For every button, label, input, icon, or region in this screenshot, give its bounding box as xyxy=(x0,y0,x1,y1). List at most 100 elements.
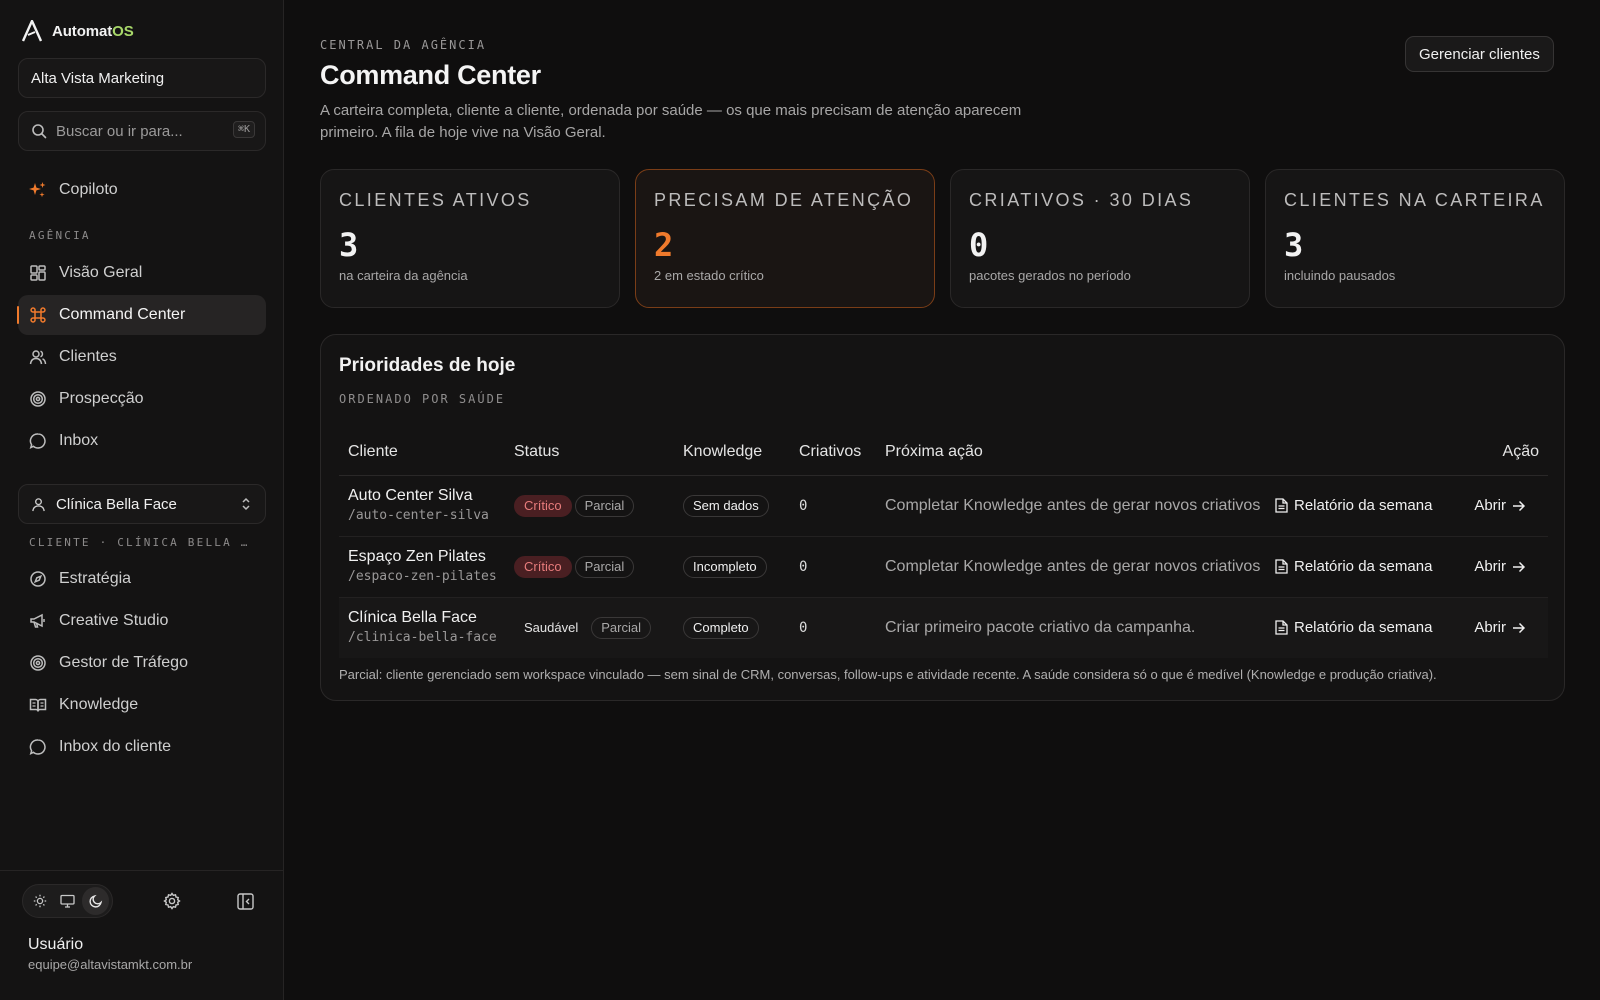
agency-switcher[interactable]: Alta Vista Marketing xyxy=(18,58,266,98)
nav-knowledge-label: Knowledge xyxy=(59,696,139,713)
arrow-right-icon xyxy=(1513,500,1526,511)
nav-creative-studio[interactable]: Creative Studio xyxy=(18,601,266,641)
column-header-creatives: Criativos xyxy=(799,429,885,476)
creatives-count: 0 xyxy=(799,498,808,514)
table-row[interactable]: Espaço Zen Pilates /espaco-zen-pilates C… xyxy=(339,536,1548,598)
sun-icon xyxy=(33,894,46,908)
nav-command-center-label: Command Center xyxy=(59,306,186,323)
stat-sub: 2 em estado crítico xyxy=(654,268,764,283)
creatives-count: 0 xyxy=(799,620,808,637)
target-icon xyxy=(30,391,46,407)
weekly-report-label: Relatório da semana xyxy=(1294,619,1433,637)
brand-name: AutomatOS xyxy=(52,22,134,40)
stat-card-active-clients: CLIENTES ATIVOS 3 na carteira da agência xyxy=(320,169,620,308)
client-slug: /clinica-bella-face xyxy=(348,630,497,646)
nav-inbox-label: Inbox xyxy=(59,432,99,449)
nav-copilot[interactable]: Copiloto xyxy=(18,170,266,210)
knowledge-cell: Sem dados xyxy=(683,475,799,537)
nav-gestor-trafego[interactable]: Gestor de Tráfego xyxy=(18,643,266,683)
theme-light-option[interactable] xyxy=(26,887,53,915)
panel-title: Prioridades de hoje xyxy=(339,355,516,376)
nav-command-center[interactable]: Command Center xyxy=(17,295,266,335)
theme-toggle[interactable] xyxy=(22,884,113,918)
sidebar: AutomatOS Alta Vista Marketing Buscar ou… xyxy=(0,0,284,1000)
nav-estrategia[interactable]: Estratégia xyxy=(18,559,266,599)
stat-label: CLIENTES NA CARTEIRA xyxy=(1284,190,1545,210)
column-header-next-action: Próxima ação xyxy=(885,429,1275,476)
brand-logo[interactable]: AutomatOS xyxy=(21,20,134,42)
partial-footnote: Parcial: cliente gerenciado sem workspac… xyxy=(339,667,1437,682)
user-email: equipe@altavistamkt.com.br xyxy=(28,957,193,972)
status-badge: Crítico xyxy=(514,555,572,578)
monitor-icon xyxy=(60,894,75,908)
creatives-count: 0 xyxy=(799,559,808,575)
search-shortcut: ⌘K xyxy=(232,121,255,138)
nav-copilot-label: Copiloto xyxy=(59,181,118,198)
nav-prospeccao[interactable]: Prospecção xyxy=(18,379,266,419)
chat-icon xyxy=(29,433,46,450)
client-slug: /auto-center-silva xyxy=(348,508,489,523)
dashboard-icon xyxy=(30,265,46,281)
knowledge-badge: Sem dados xyxy=(683,494,769,517)
nav-visao-geral[interactable]: Visão Geral xyxy=(18,253,266,293)
open-client-button[interactable]: Abrir xyxy=(1474,619,1526,636)
document-icon xyxy=(1275,620,1288,635)
stat-card-need-attention: PRECISAM DE ATENÇÃO 2 2 em estado crític… xyxy=(635,169,935,308)
next-action-text: Criar primeiro pacote criativo da campan… xyxy=(885,618,1196,636)
client-name[interactable]: Auto Center Silva xyxy=(348,486,514,506)
table-header-row: Cliente Status Knowledge Criativos Próxi… xyxy=(339,429,1548,476)
scope-badge: Parcial xyxy=(591,616,651,639)
search-input[interactable]: Buscar ou ir para... ⌘K xyxy=(18,111,266,151)
table-row[interactable]: Clínica Bella Face /clinica-bella-face S… xyxy=(339,597,1548,658)
nav-inbox-cliente[interactable]: Inbox do cliente xyxy=(18,727,266,767)
settings-button[interactable] xyxy=(161,890,183,912)
nav-estrategia-label: Estratégia xyxy=(59,570,132,587)
client-selector[interactable]: Clínica Bella Face xyxy=(18,484,266,524)
stat-card-portfolio-clients: CLIENTES NA CARTEIRA 3 incluindo pausado… xyxy=(1265,169,1565,308)
collapse-sidebar-button[interactable] xyxy=(234,890,256,912)
stat-value: 0 xyxy=(969,226,989,264)
page-eyebrow: CENTRAL DA AGÊNCIA xyxy=(320,38,487,52)
scope-badge: Parcial xyxy=(574,494,635,517)
theme-dark-option[interactable] xyxy=(82,887,109,915)
document-icon xyxy=(1275,559,1288,574)
action-cell: Relatório da semana Abrir xyxy=(1275,597,1548,658)
chat-icon xyxy=(29,739,46,756)
manage-clients-button[interactable]: Gerenciar clientes xyxy=(1405,36,1554,72)
weekly-report-link[interactable]: Relatório da semana xyxy=(1275,619,1432,636)
target-icon xyxy=(30,655,46,671)
client-name[interactable]: Espaço Zen Pilates xyxy=(348,547,514,567)
open-label: Abrir xyxy=(1474,497,1506,514)
stat-label: CRIATIVOS · 30 DIAS xyxy=(969,190,1194,210)
stat-value: 2 xyxy=(654,226,674,264)
priorities-table: Cliente Status Knowledge Criativos Próxi… xyxy=(339,429,1548,658)
book-icon xyxy=(29,698,47,712)
weekly-report-link[interactable]: Relatório da semana xyxy=(1275,497,1432,514)
column-header-status: Status xyxy=(514,429,683,476)
stat-sub: na carteira da agência xyxy=(339,268,468,283)
next-action-cell: Completar Knowledge antes de gerar novos… xyxy=(885,536,1275,598)
compass-icon xyxy=(30,571,46,587)
nav-inbox-cliente-label: Inbox do cliente xyxy=(59,738,172,755)
client-name[interactable]: Clínica Bella Face xyxy=(348,608,514,628)
client-cell: Espaço Zen Pilates /espaco-zen-pilates xyxy=(339,536,514,598)
main-content: CENTRAL DA AGÊNCIA Command Center A cart… xyxy=(285,0,1600,1000)
table-row[interactable]: Auto Center Silva /auto-center-silva Crí… xyxy=(339,475,1548,537)
arrow-right-icon xyxy=(1513,561,1526,572)
nav-inbox[interactable]: Inbox xyxy=(18,421,266,461)
arrow-right-icon xyxy=(1513,622,1526,633)
stat-value: 3 xyxy=(1284,226,1304,264)
nav-knowledge[interactable]: Knowledge xyxy=(18,685,266,725)
open-client-button[interactable]: Abrir xyxy=(1474,558,1526,575)
open-client-button[interactable]: Abrir xyxy=(1474,497,1526,514)
weekly-report-link[interactable]: Relatório da semana xyxy=(1275,558,1432,575)
command-icon xyxy=(30,307,46,323)
nav-clientes[interactable]: Clientes xyxy=(18,337,266,377)
nav-clientes-label: Clientes xyxy=(59,348,117,365)
knowledge-cell: Incompleto xyxy=(683,536,799,598)
chevron-updown-icon xyxy=(242,497,250,511)
gear-icon xyxy=(163,892,181,910)
weekly-report-label: Relatório da semana xyxy=(1294,558,1433,575)
theme-system-option[interactable] xyxy=(54,887,81,915)
status-cell: Crítico Parcial xyxy=(514,536,683,598)
